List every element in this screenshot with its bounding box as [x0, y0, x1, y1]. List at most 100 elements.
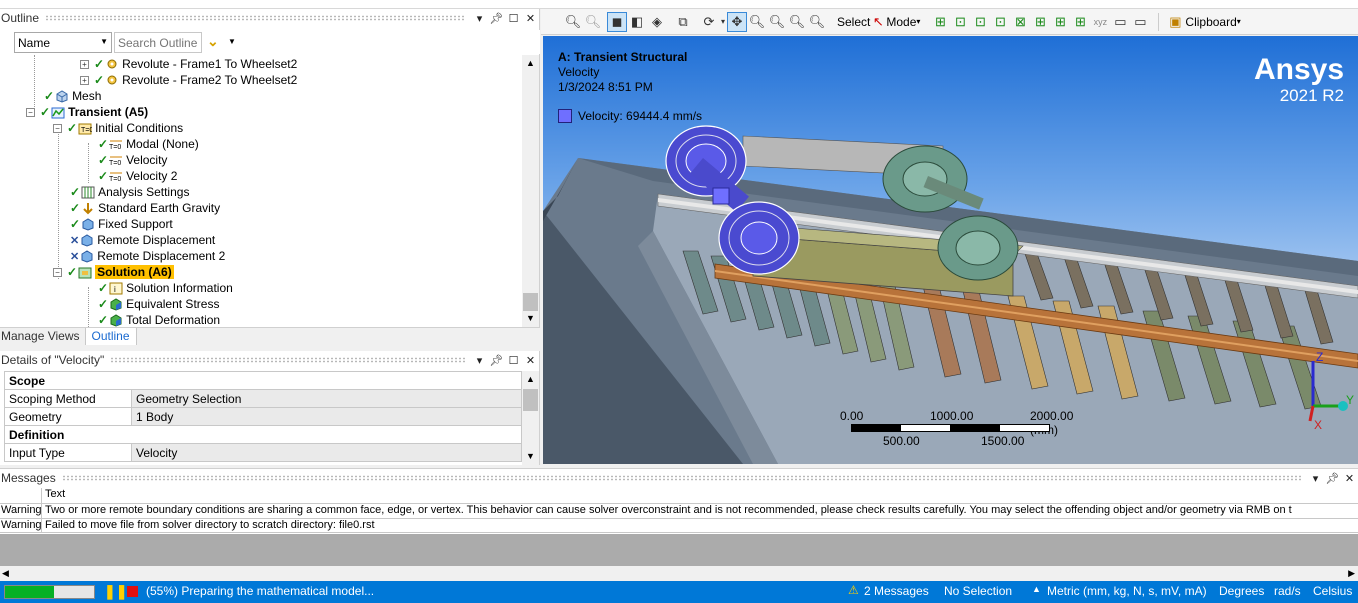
collapse-icon[interactable]: − — [53, 123, 62, 133]
tree-item-solution[interactable]: − ✓ Solution (A6) — [53, 264, 174, 280]
select-node-icon[interactable]: ⊞ — [1050, 12, 1070, 32]
search-outline-input[interactable] — [114, 32, 202, 53]
close-icon[interactable]: ✕ — [1341, 472, 1358, 485]
model-scene[interactable] — [543, 36, 1358, 464]
axis-triad[interactable]: Z Y X — [1298, 351, 1358, 431]
scroll-left-icon[interactable]: ◀ — [2, 568, 9, 579]
select-face-icon[interactable]: ⊡ — [970, 12, 990, 32]
dropdown-arrow-icon[interactable]: ▾ — [471, 354, 488, 367]
select-edge-icon[interactable]: ⊡ — [950, 12, 970, 32]
units-status[interactable]: Metric (mm, kg, N, s, mV, mA) — [1047, 584, 1207, 598]
zoom-in-icon[interactable]: 🔍︎ — [563, 12, 583, 32]
label-icon[interactable]: ▭ — [1130, 12, 1150, 32]
outline-scrollbar[interactable]: ▲ ▼ — [522, 55, 539, 327]
clipboard-dropdown-icon[interactable]: ▾ — [1237, 17, 1241, 26]
graphics-viewport[interactable]: A: Transient Structural Velocity 1/3/202… — [543, 36, 1358, 464]
zoom-icon[interactable]: 🔍︎ — [747, 12, 767, 32]
messages-count[interactable]: 2 Messages — [864, 584, 929, 598]
select-vertex-icon[interactable]: ⊞ — [930, 12, 950, 32]
details-section-scope[interactable]: Scope — [4, 371, 522, 390]
expand-icon[interactable]: + — [80, 59, 89, 69]
layout-icon[interactable]: ⧉ — [673, 12, 693, 32]
details-row-geometry[interactable]: Geometry 1 Body — [4, 407, 522, 426]
units-up-icon[interactable]: ▲ — [1032, 584, 1041, 594]
clipboard-button[interactable]: Clipboard — [1185, 15, 1236, 29]
mode-dropdown-icon[interactable]: ▾ — [916, 17, 920, 26]
dropdown-arrow-icon[interactable]: ▾ — [1307, 472, 1324, 485]
mode-button[interactable]: Mode — [886, 15, 916, 29]
tree-item-transient[interactable]: − ✓ Transient (A5) — [26, 104, 148, 120]
tree-item-solution-information[interactable]: ✓ i Solution Information — [98, 280, 233, 296]
details-section-definition[interactable]: Definition — [4, 425, 522, 444]
select-mesh-icon[interactable]: ⊞ — [1070, 12, 1090, 32]
pin-icon[interactable]: 📌︎ — [488, 354, 505, 367]
filter-select[interactable]: Name ▼ — [14, 32, 112, 53]
legend[interactable]: Velocity: 69444.4 mm/s — [558, 109, 702, 123]
box-view-icon[interactable]: ◧ — [627, 12, 647, 32]
select-element-icon[interactable]: ⊞ — [1030, 12, 1050, 32]
scroll-up-icon[interactable]: ▲ — [526, 58, 535, 68]
scroll-down-icon[interactable]: ▼ — [526, 451, 535, 461]
scroll-thumb[interactable] — [523, 389, 538, 411]
zoom-to-fit-icon[interactable]: 🔍︎ — [787, 12, 807, 32]
scroll-right-icon[interactable]: ▶ — [1348, 568, 1355, 579]
tree-item-equivalent-stress[interactable]: ✓ Equivalent Stress — [98, 296, 219, 312]
annotation-icon[interactable]: ▭ — [1110, 12, 1130, 32]
select-body-icon[interactable]: ⊡ — [990, 12, 1010, 32]
box-zoom-icon[interactable]: 🔍︎ — [767, 12, 787, 32]
rotate-icon[interactable]: ⟳ — [699, 12, 719, 32]
tree-item-remote-displacement-2[interactable]: ✕ Remote Displacement 2 — [70, 248, 225, 264]
message-row[interactable]: Warning Two or more remote boundary cond… — [0, 503, 1358, 518]
close-icon[interactable]: ✕ — [522, 12, 539, 25]
tree-item-velocity-2[interactable]: ✓ T=0 Velocity 2 — [98, 168, 177, 184]
tree-item-modal-none[interactable]: ✓ T=0 Modal (None) — [98, 136, 199, 152]
scroll-thumb[interactable] — [523, 293, 538, 311]
close-icon[interactable]: ✕ — [522, 354, 539, 367]
filter-menu-icon[interactable]: ▼ — [228, 37, 236, 46]
expand-icon[interactable]: + — [80, 75, 89, 85]
collapse-icon[interactable]: − — [26, 107, 35, 117]
magnifier-icon[interactable]: 🔍︎ — [807, 12, 827, 32]
tree-item-total-deformation[interactable]: ✓ Total Deformation — [98, 312, 220, 327]
zoom-out-icon[interactable]: 🔍︎ — [583, 12, 603, 32]
tab-manage-views[interactable]: Manage Views — [0, 328, 85, 345]
section-view-icon[interactable]: ◈ — [647, 12, 667, 32]
details-scrollbar[interactable]: ▲ ▼ — [522, 371, 539, 465]
maximize-icon[interactable]: ☐ — [505, 12, 522, 25]
tree-item-revolute-frame1[interactable]: + ✓ Revolute - Frame1 To Wheelset2 — [80, 56, 297, 72]
scroll-down-icon[interactable]: ▼ — [526, 313, 535, 323]
message-text: Failed to move file from solver director… — [45, 519, 375, 531]
pause-icon[interactable]: ❚❚ — [104, 583, 127, 600]
pin-icon[interactable]: 📌︎ — [488, 12, 505, 25]
details-row-scoping-method[interactable]: Scoping Method Geometry Selection — [4, 389, 522, 408]
tree-item-initial-conditions[interactable]: − ✓ T=0 Initial Conditions — [53, 120, 183, 136]
x-axis-line — [1308, 405, 1315, 422]
filter-toggle-icon[interactable]: ⌄ — [207, 33, 219, 50]
dropdown-arrow-icon[interactable]: ▾ — [471, 12, 488, 25]
tree-item-mesh[interactable]: ✓ Mesh — [44, 88, 101, 104]
tree-item-standard-earth-gravity[interactable]: ✓ Standard Earth Gravity — [70, 200, 220, 216]
tab-outline[interactable]: Outline — [84, 328, 137, 345]
select-element-face-icon[interactable]: ⊠ — [1010, 12, 1030, 32]
select-button[interactable]: Select — [837, 15, 870, 29]
rotate-dropdown-icon[interactable]: ▾ — [719, 12, 727, 32]
scroll-up-icon[interactable]: ▲ — [526, 374, 535, 384]
tree-item-revolute-frame2[interactable]: + ✓ Revolute - Frame2 To Wheelset2 — [80, 72, 297, 88]
tree-item-analysis-settings[interactable]: ✓ Analysis Settings — [70, 184, 189, 200]
pin-icon[interactable]: 📌︎ — [1324, 472, 1341, 485]
tree-item-fixed-support[interactable]: ✓ Fixed Support — [70, 216, 173, 232]
coordinates-icon[interactable]: xyz — [1090, 12, 1110, 32]
cursor-icon[interactable]: ↖ — [870, 12, 886, 32]
collapse-icon[interactable]: − — [53, 267, 62, 277]
stop-icon[interactable] — [127, 586, 138, 597]
maximize-icon[interactable]: ☐ — [505, 354, 522, 367]
pan-icon[interactable]: ✥ — [727, 11, 747, 32]
tree-item-remote-displacement[interactable]: ✕ Remote Displacement — [70, 232, 215, 248]
tree-item-velocity[interactable]: ✓ T=0 Velocity — [98, 152, 167, 168]
details-row-input-type[interactable]: Input Type Velocity — [4, 443, 522, 462]
messages-hscrollbar[interactable]: ◀ ▶ — [0, 566, 1358, 582]
clipboard-icon[interactable]: ▣ — [1165, 12, 1185, 32]
messages-icon[interactable]: ⚠ — [848, 583, 859, 597]
solid-view-icon[interactable]: ◼ — [607, 11, 627, 32]
message-row[interactable]: Warning Failed to move file from solver … — [0, 518, 1358, 533]
